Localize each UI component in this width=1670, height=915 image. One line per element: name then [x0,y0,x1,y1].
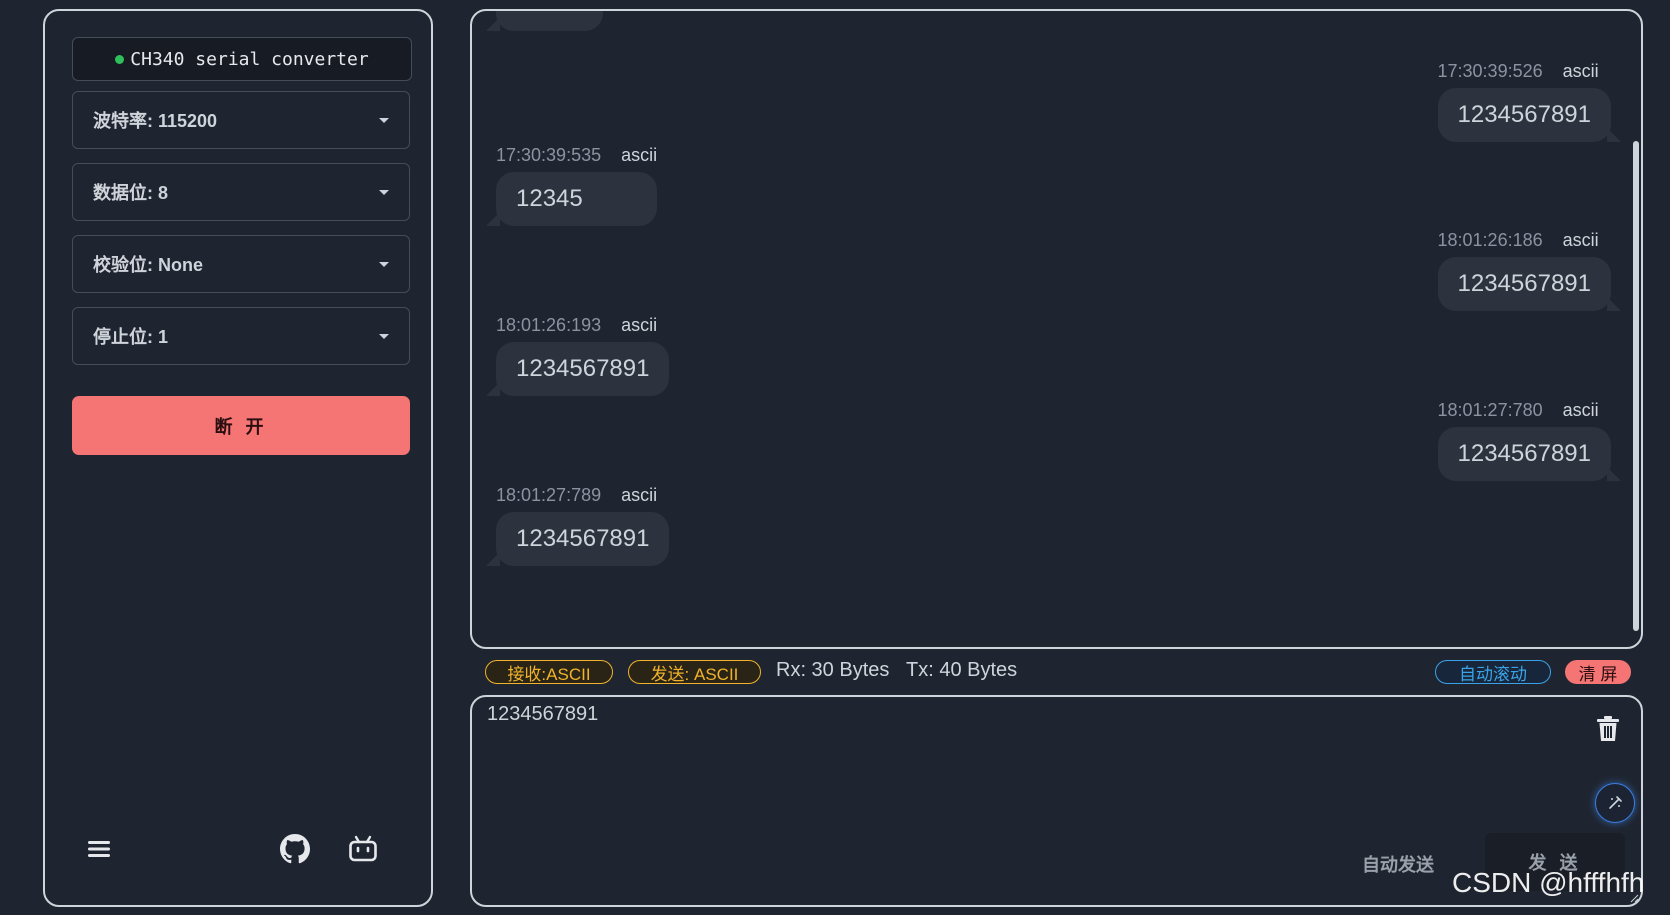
device-selector[interactable]: CH340 serial converter [72,37,412,81]
disconnect-button[interactable]: 断 开 [72,396,410,455]
message-meta: 17:30:39:526 ascii [1438,61,1611,82]
connection-status-dot [115,54,125,64]
message-tx: 18:01:27:780 ascii 1234567891 [1437,400,1611,481]
message-bubble: 1234567891 [1437,257,1611,311]
message-meta: 18:01:27:780 ascii [1438,400,1611,421]
message-rx: 12345 [496,11,603,31]
message-encoding: ascii [621,485,658,505]
tx-mode-badge[interactable]: 发送: ASCII [628,660,761,684]
message-scrollbar[interactable] [1633,141,1639,631]
clear-screen-button[interactable]: 清 屏 [1565,660,1631,684]
message-encoding: ascii [1562,230,1599,250]
message-bubble: 1234567891 [1437,88,1611,142]
message-timestamp: 18:01:27:780 [1437,400,1543,420]
chevron-down-icon [379,117,389,123]
message-timestamp: 17:30:39:526 [1437,61,1543,81]
watermark: CSDN @hfffhfh [1452,867,1645,898]
tx-bytes-counter: Tx: 40 Bytes [906,659,1018,681]
parity-label: 校验位: None [93,255,203,275]
serial-debugger-app: CH340 serial converter 波特率: 115200 数据位: … [0,0,1670,915]
stop-bits-select[interactable]: 停止位: 1 [72,307,410,365]
baud-rate-label: 波特率: 115200 [93,111,218,131]
message-encoding: ascii [1562,61,1599,81]
message-bubble: 1234567891 [1437,427,1611,481]
message-bubble: 1234567891 [496,342,670,396]
message-rx: 18:01:27:789 ascii 1234567891 [496,485,670,566]
auto-send-toggle[interactable]: 自动发送 [1362,851,1434,877]
message-bubble: 1234567891 [496,512,670,566]
sidebar: CH340 serial converter 波特率: 115200 数据位: … [43,9,433,907]
trash-icon[interactable] [1595,715,1621,743]
message-log[interactable]: 12345 17:30:39:526 ascii 1234567891 17:3… [470,9,1643,649]
message-tx: 18:01:26:186 ascii 1234567891 [1437,230,1611,311]
stop-bits-label: 停止位: 1 [93,327,169,347]
magic-wand-icon[interactable] [1595,783,1635,823]
status-bar: 接收:ASCII 发送: ASCII Rx: 30 Bytes Tx: 40 B… [485,657,1635,687]
bilibili-icon[interactable] [346,832,380,866]
parity-select[interactable]: 校验位: None [72,235,410,293]
message-tx: 17:30:39:526 ascii 1234567891 [1437,61,1611,142]
device-name: CH340 serial converter [130,48,369,70]
menu-icon[interactable] [82,832,116,866]
message-meta: 18:01:26:186 ascii [1438,230,1611,251]
message-timestamp: 17:30:39:535 [496,145,602,165]
rx-mode-badge[interactable]: 接收:ASCII [485,660,613,684]
baud-rate-select[interactable]: 波特率: 115200 [72,91,410,149]
message-rx: 18:01:26:193 ascii 1234567891 [496,315,670,396]
rx-bytes-counter: Rx: 30 Bytes [776,659,890,681]
github-icon[interactable] [278,832,312,866]
chevron-down-icon [379,189,389,195]
chevron-down-icon [379,333,389,339]
message-encoding: ascii [621,145,658,165]
data-bits-select[interactable]: 数据位: 8 [72,163,410,221]
data-bits-label: 数据位: 8 [93,183,169,203]
send-input-field[interactable]: 1234567891 [487,703,598,726]
message-bubble: 12345 [496,172,658,226]
message-timestamp: 18:01:26:193 [496,315,602,335]
message-timestamp: 18:01:26:186 [1437,230,1543,250]
message-meta: 18:01:27:789 ascii [496,485,669,506]
message-rx: 17:30:39:535 ascii 12345 [496,145,658,226]
message-timestamp: 18:01:27:789 [496,485,602,505]
message-meta: 17:30:39:535 ascii [496,145,657,166]
message-meta: 18:01:26:193 ascii [496,315,669,336]
message-encoding: ascii [1562,400,1599,420]
message-encoding: ascii [621,315,658,335]
message-bubble: 12345 [496,11,603,31]
auto-scroll-toggle[interactable]: 自动滚动 [1435,660,1551,684]
chevron-down-icon [379,261,389,267]
